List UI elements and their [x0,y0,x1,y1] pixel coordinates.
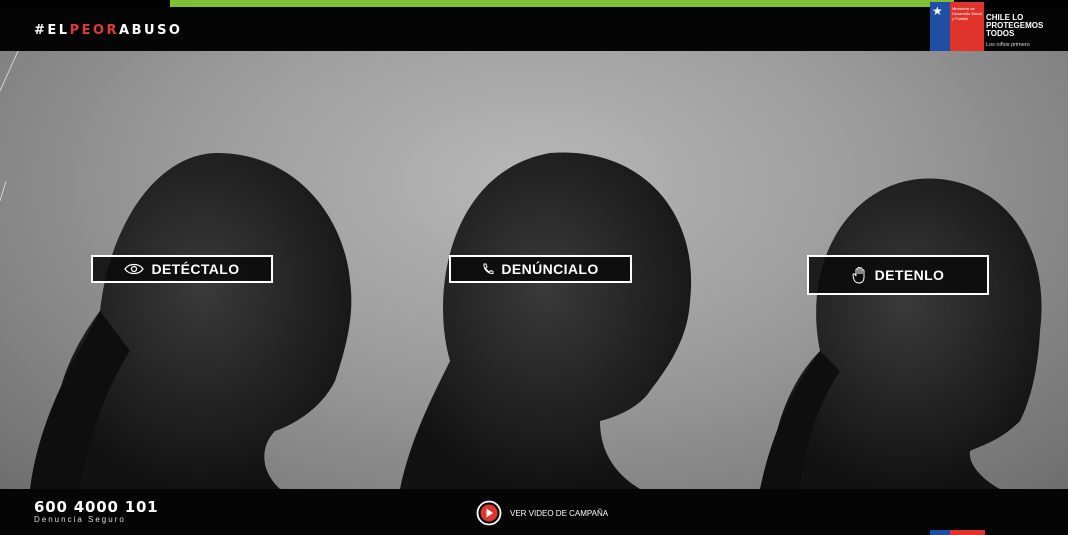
site-footer: 600 4000 101 Denuncia Seguro VER VIDEO D… [0,489,1068,535]
detectalo-label: DETÉCTALO [151,261,240,277]
eye-icon [124,263,145,275]
star-icon: ★ [932,4,943,18]
detenlo-button[interactable]: DETENLO [807,255,989,295]
logo-highlight: PEOR [69,23,120,38]
site-logo[interactable]: #ELPEORABUSO [34,23,183,38]
denuncialo-button[interactable]: DENÚNCIALO [449,255,632,283]
watch-campaign-video-button[interactable]: VER VIDEO DE CAMPAÑA [476,500,608,526]
flag-stripe [930,530,985,535]
ministry-name: Ministerio de Desarrollo Social y Famili… [952,6,983,21]
government-campaign-title: CHILE LO PROTEGEMOS TODOS [986,13,1044,38]
detectalo-button[interactable]: DETÉCTALO [91,255,273,283]
play-icon [476,500,502,526]
chile-flag-emblem: ★ Ministerio de Desarrollo Social y Fami… [930,2,984,54]
government-logo[interactable]: ★ Ministerio de Desarrollo Social y Fami… [930,2,1068,54]
logo-suffix: ABUSO [119,23,183,38]
hotline-label: Denuncia Seguro [34,515,126,524]
denuncialo-label: DENÚNCIALO [501,261,599,277]
logo-prefix: #EL [34,23,70,38]
top-accent-bar [170,0,954,7]
hotline-number[interactable]: 600 4000 101 [34,498,158,516]
detenlo-label: DETENLO [874,267,945,283]
hand-icon [852,266,865,284]
video-label: VER VIDEO DE CAMPAÑA [510,508,609,518]
government-tagline: Los niños primero [986,42,1030,48]
phone-icon [483,263,494,275]
site-header: #ELPEORABUSO [0,7,1068,51]
hero-image: DETÉCTALO DENÚNCIALO DETENLO [0,51,1068,489]
